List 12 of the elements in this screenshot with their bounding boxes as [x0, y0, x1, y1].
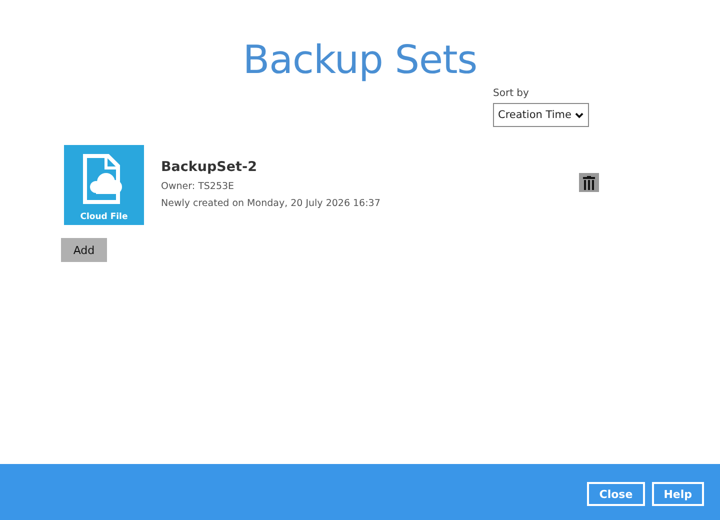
- page-title: Backup Sets: [242, 37, 478, 85]
- footer-button[interactable]: Help: [652, 482, 704, 506]
- owner-text: Owner: TS253E: [161, 181, 236, 193]
- cloud-file-tile[interactable]: Cloud File: [64, 145, 144, 225]
- sort-dropdown[interactable]: Creation Time: [493, 103, 589, 127]
- created-text: Newly created on Monday, 20 July 2026 16:37: [161, 198, 382, 210]
- delete-button[interactable]: [579, 173, 599, 192]
- backup-set-name: BackupSet-2: [161, 159, 258, 176]
- footer-button[interactable]: Close: [587, 482, 645, 506]
- chevron-icon: [575, 112, 584, 118]
- sort-label: Sort by: [493, 88, 529, 100]
- add-button[interactable]: Add: [61, 238, 107, 262]
